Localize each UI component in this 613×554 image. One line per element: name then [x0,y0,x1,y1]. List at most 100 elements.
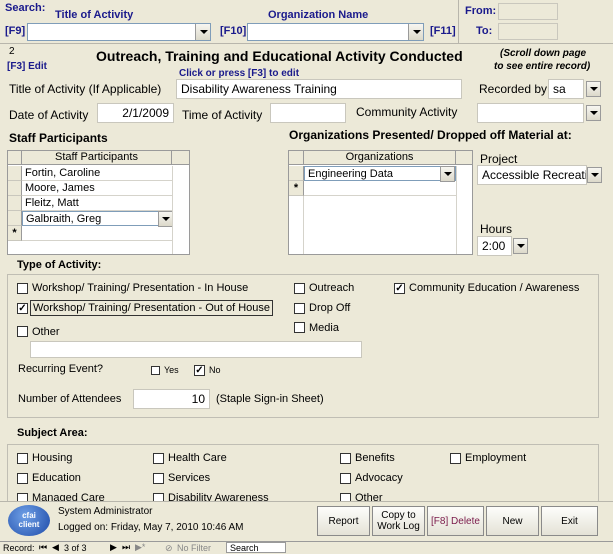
media-label: Media [309,322,339,334]
row-selector[interactable] [8,211,22,226]
from-label: From: [465,5,497,17]
row-selector[interactable] [8,181,22,196]
search-label: Search: [5,2,46,14]
table-row[interactable]: Fleitz, Matt [22,196,172,211]
organizations-column-header[interactable]: Organizations [304,151,456,165]
new-button[interactable]: New [486,506,539,536]
search-title-combo[interactable] [27,23,211,41]
new-row-icon[interactable]: * [8,226,22,241]
other-checkbox[interactable] [17,326,28,337]
to-date-field[interactable] [498,23,558,40]
scroll-note-line2: to see entire record) [494,61,591,72]
divider [458,0,459,44]
hours-field[interactable]: 2:00 [477,236,512,256]
title-of-activity-label: Title of Activity (If Applicable) [9,82,162,96]
f10-key-label: [F10] [220,25,247,37]
chevron-down-icon[interactable] [158,211,173,227]
project-field[interactable]: Accessible Recreation [477,165,587,185]
previous-record-icon[interactable]: ◀ [52,542,59,553]
recurring-yes-checkbox[interactable] [151,366,160,375]
workshop-out-house-checkbox[interactable]: ✓ [17,303,28,314]
hours-dropdown-icon[interactable] [513,238,528,254]
time-of-activity-label: Time of Activity [182,108,263,122]
outreach-label: Outreach [309,282,355,294]
search-bar: Search: Title of Activity Organization N… [0,0,613,44]
scroll-note-line1: (Scroll down page [500,48,587,59]
search-org-combo[interactable] [247,23,424,41]
next-record-icon[interactable]: ▶ [110,542,117,553]
subject-health-care-checkbox[interactable] [153,453,164,464]
date-of-activity-field[interactable]: 2/1/2009 [97,103,174,123]
recorded-by-field[interactable]: sa [548,79,584,99]
subject-housing-label: Housing [32,452,73,464]
exit-button[interactable]: Exit [541,506,598,536]
recurring-yes-label: Yes [164,365,179,375]
new-row-cell[interactable] [304,181,456,196]
subject-education-checkbox[interactable] [17,473,28,484]
community-education-label: Community Education / Awareness [409,282,580,294]
delete-button[interactable]: [F8] Delete [427,506,484,536]
page-title: Outreach, Training and Educational Activ… [96,48,463,64]
filter-icon: ⊘ [165,543,173,553]
other-description-field[interactable] [30,341,362,358]
table-row[interactable]: Moore, James [22,181,172,196]
community-education-checkbox[interactable]: ✓ [394,283,405,294]
from-date-field[interactable] [498,3,558,20]
new-row-cell[interactable] [22,226,172,241]
search-box[interactable]: Search [226,542,286,553]
recurring-no-label: No [209,365,221,375]
subject-housing-checkbox[interactable] [17,453,28,464]
recurring-no-checkbox[interactable]: ✓ [194,365,205,376]
subject-services-label: Services [168,472,211,484]
date-of-activity-label: Date of Activity [9,108,89,122]
media-checkbox[interactable] [294,322,305,333]
chevron-down-icon[interactable] [440,166,455,182]
current-user: System Administrator [58,506,153,517]
new-record-icon[interactable]: ▶* [135,542,145,553]
f9-key-label: [F9] [5,25,26,37]
subject-area-label: Subject Area: [17,427,88,439]
table-row[interactable]: Fortin, Caroline [22,166,172,181]
filter-status[interactable]: No Filter [177,543,211,553]
logged-on-info: Logged on: Friday, May 7, 2010 10:46 AM [58,522,244,533]
subject-benefits-label: Benefits [355,452,395,464]
subject-advocacy-label: Advocacy [355,472,403,484]
row-selector[interactable] [8,196,22,211]
outreach-checkbox[interactable] [294,283,305,294]
staple-note: (Staple Sign-in Sheet) [216,393,324,405]
table-row[interactable]: Engineering Data [304,166,456,181]
workshop-in-house-checkbox[interactable] [17,283,28,294]
community-activity-field[interactable] [477,103,584,123]
number-of-attendees-field[interactable]: 10 [133,389,210,409]
drop-off-checkbox[interactable] [294,303,305,314]
staff-participants-section-label: Staff Participants [9,131,108,145]
chevron-down-icon[interactable] [408,24,423,40]
hours-label: Hours [480,222,513,236]
last-record-icon[interactable]: ⏭ [122,542,130,553]
time-of-activity-field[interactable] [270,103,346,123]
row-selector[interactable] [289,166,304,181]
copy-to-work-log-button[interactable]: Copy to Work Log [372,506,425,536]
project-dropdown-icon[interactable] [587,167,602,183]
table-row[interactable]: Galbraith, Greg [22,211,172,226]
new-row-icon[interactable]: * [289,181,304,196]
subject-advocacy-checkbox[interactable] [340,473,351,484]
subject-services-checkbox[interactable] [153,473,164,484]
recorded-by-dropdown-icon[interactable] [586,81,601,97]
cfai-logo: cfai client [8,505,50,536]
chevron-down-icon[interactable] [195,24,210,40]
staff-participants-grid: Staff Participants Fortin, Caroline Moor… [7,150,190,255]
project-label: Project [480,152,518,166]
f3-edit-label: [F3] Edit [7,61,47,72]
report-button[interactable]: Report [317,506,370,536]
subject-benefits-checkbox[interactable] [340,453,351,464]
staff-column-header[interactable]: Staff Participants [22,151,172,165]
subject-employment-checkbox[interactable] [450,453,461,464]
community-activity-dropdown-icon[interactable] [586,105,601,121]
record-label: Record: [3,543,35,553]
first-record-icon[interactable]: ⏮ [39,542,47,553]
title-of-activity-field[interactable]: Disability Awareness Training [176,79,462,99]
number-of-attendees-label: Number of Attendees [18,393,122,405]
record-position[interactable]: 3 of 3 [64,543,87,553]
row-selector[interactable] [8,166,22,181]
